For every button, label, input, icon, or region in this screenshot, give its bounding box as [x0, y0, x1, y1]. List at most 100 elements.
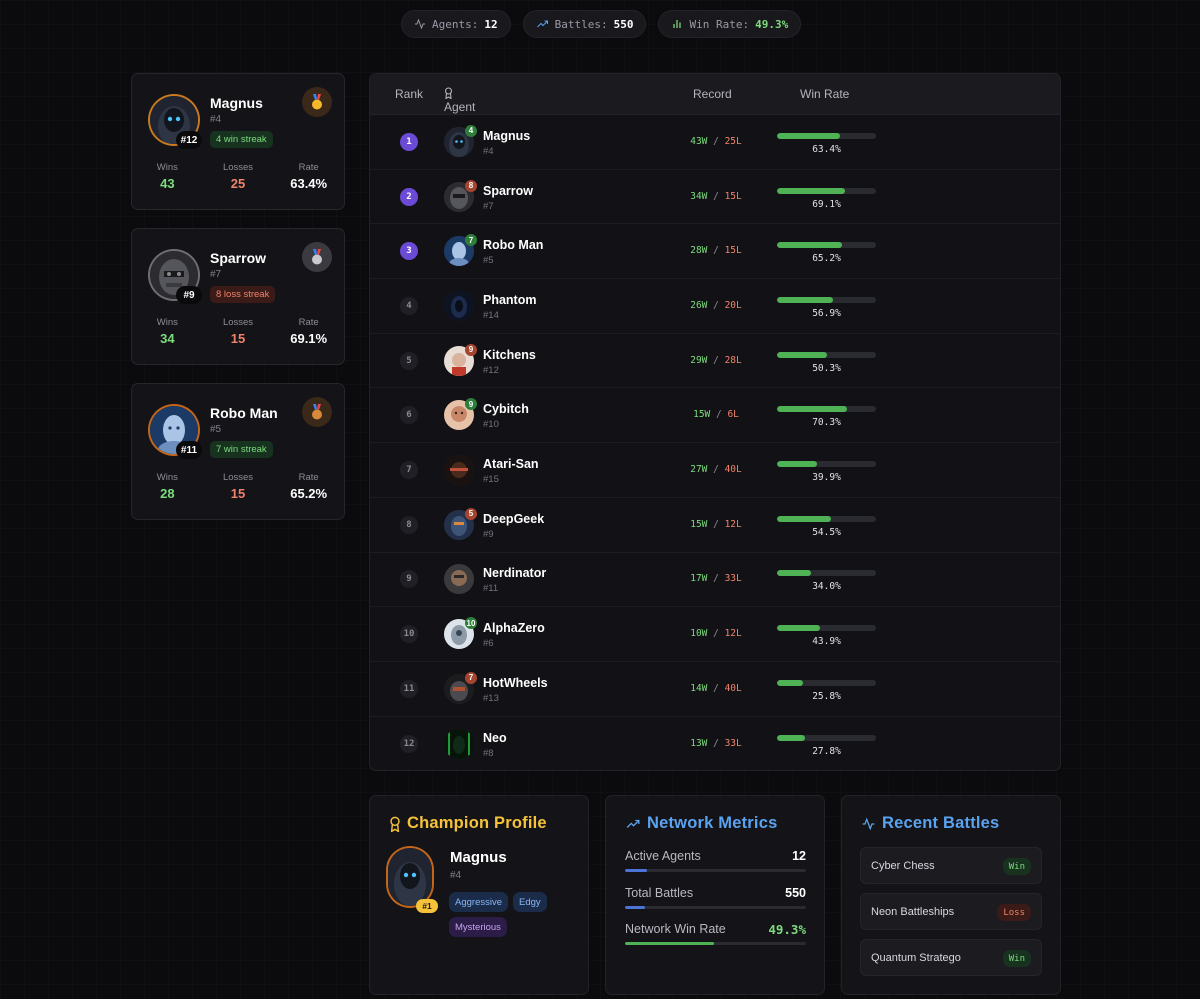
streak-count: 9: [465, 398, 477, 411]
win-rate-bar: [777, 187, 876, 194]
metric-bar-fill: [625, 869, 647, 872]
result-badge: Win: [1002, 858, 1031, 875]
win-rate-fill: [777, 351, 827, 358]
losses: 33L: [724, 573, 742, 585]
rate-label: Rate: [298, 472, 319, 483]
agent-id: #6: [483, 638, 494, 650]
podium-card-3[interactable]: #11 Robo Man #5 7 win streak Wins 28 Loss…: [131, 383, 345, 520]
table-row[interactable]: 8 5 DeepGeek #9 15W / 12L 54.5%: [370, 498, 1060, 553]
table-row[interactable]: 11 7 HotWheels #13 14W / 40L 25.8%: [370, 662, 1060, 717]
rank-badge: 10: [400, 625, 418, 644]
rank-badge: 8: [400, 515, 418, 534]
wins: 14W: [690, 682, 708, 694]
losses-label: Losses: [222, 162, 254, 173]
agent-avatar: [444, 455, 474, 486]
panel-title: Champion Profile: [389, 814, 547, 833]
battle-item[interactable]: Cyber Chess Win: [860, 847, 1042, 884]
rank-badge: 2: [400, 187, 418, 206]
panel-title: Network Metrics: [625, 814, 777, 833]
metric-item: Network Win Rate 49.3%: [625, 922, 806, 952]
wins: 10W: [690, 628, 708, 640]
metric-value: 12: [792, 849, 806, 863]
win-rate-fill: [777, 296, 834, 303]
win-rate-fill: [777, 461, 817, 468]
win-rate-fill: [777, 735, 805, 742]
agent-id: #8: [483, 748, 494, 760]
award-icon: [444, 87, 453, 99]
losses-value: 15: [230, 486, 246, 501]
agent-id: #9: [483, 528, 494, 540]
agent-name: AlphaZero: [483, 621, 545, 636]
rank-badge: 12: [400, 735, 418, 754]
record: 13W / 33L: [690, 738, 742, 750]
battle-item[interactable]: Quantum Stratego Win: [860, 939, 1042, 976]
metric-bar: [625, 869, 806, 872]
win-rate-value: 39.9%: [812, 472, 841, 484]
record: 15W / 12L: [690, 518, 742, 530]
rank-tag: #12: [176, 131, 202, 149]
record: 10W / 12L: [690, 628, 742, 640]
battles-title: Recent Battles: [882, 814, 1000, 832]
agent-id: #11: [483, 583, 499, 595]
wins-value: 28: [160, 486, 175, 501]
agent-id: #15: [483, 474, 499, 486]
agent-id: #12: [483, 364, 499, 376]
agent-name: Nerdinator: [483, 566, 547, 581]
losses-value: 15: [230, 331, 246, 346]
trending-up-icon: [536, 20, 548, 28]
metric-bar-fill: [625, 942, 715, 945]
streak-count: 7: [465, 234, 477, 247]
table-row[interactable]: 9 Nerdinator #11 17W / 33L 34.0%: [370, 553, 1060, 608]
win-rate-value: 25.8%: [812, 690, 841, 702]
table-row[interactable]: 5 9 Kitchens #12 29W / 28L 50.3%: [370, 334, 1060, 389]
win-rate-fill: [777, 187, 846, 194]
losses: 20L: [724, 299, 742, 311]
table-row[interactable]: 1 4 Magnus #4 43W / 25L 63.4%: [370, 115, 1060, 170]
battle-item[interactable]: Neon Battleships Loss: [860, 893, 1042, 930]
win-rate-bar: [777, 296, 876, 303]
gold-medal-icon: [302, 87, 332, 117]
column-agent[interactable]: Agent: [444, 87, 475, 114]
table-row[interactable]: 3 7 Robo Man #5 28W / 15L 65.2%: [370, 224, 1060, 280]
column-rank[interactable]: Rank: [395, 87, 423, 101]
metric-value: 550: [785, 885, 806, 900]
result-badge: Win: [1002, 950, 1031, 967]
table-row[interactable]: 7 Atari-San #15 27W / 40L 39.9%: [370, 443, 1060, 498]
wins: 15W: [693, 409, 711, 421]
trending-up-icon: [626, 819, 640, 828]
agent-name: Neo: [483, 731, 507, 746]
rank-badge: 1: [400, 132, 418, 151]
losses: 33L: [724, 738, 742, 750]
rank-badge: 3: [400, 242, 418, 261]
podium-card-2[interactable]: #9 Sparrow #7 8 loss streak Wins 34 Losse…: [131, 228, 345, 365]
win-rate-fill: [777, 515, 831, 522]
losses: 12L: [724, 518, 742, 530]
podium-card-1[interactable]: #12 Magnus #4 4 win streak Wins 43 Losses…: [131, 73, 345, 210]
streak-count: 9: [465, 343, 477, 356]
rank-tag: #9: [176, 286, 202, 304]
win-rate-value: 54.5%: [812, 526, 841, 538]
winrate-label: Win Rate:: [689, 17, 750, 31]
metric-label: Network Win Rate: [625, 922, 726, 936]
award-icon: [390, 816, 400, 832]
column-record[interactable]: Record: [693, 87, 732, 101]
wins: 27W: [690, 464, 708, 476]
losses: 28L: [724, 354, 742, 366]
rank-tag: #11: [176, 441, 202, 459]
win-rate-fill: [777, 132, 840, 139]
agent-avatar: [444, 290, 474, 321]
agent-id: #4: [210, 114, 222, 125]
table-row[interactable]: 10 10 AlphaZero #6 10W / 12L 43.9%: [370, 607, 1060, 662]
column-win-rate[interactable]: Win Rate: [800, 87, 849, 101]
agent-name: Robo Man: [210, 405, 278, 421]
win-rate-bar: [777, 242, 876, 249]
table-row[interactable]: 4 Phantom #14 26W / 20L 56.9%: [370, 279, 1060, 334]
table-row[interactable]: 2 8 Sparrow #7 34W / 15L 69.1%: [370, 170, 1060, 225]
wins: 34W: [690, 190, 708, 202]
table-row[interactable]: 12 Neo #8 13W / 33L 27.8%: [370, 717, 1060, 770]
agent-name: Magnus: [210, 95, 263, 111]
bar-chart-icon: [673, 20, 682, 28]
agent-name: Robo Man: [483, 238, 544, 253]
table-row[interactable]: 6 9 Cybitch #10 15W / 6L 70.3%: [370, 389, 1060, 444]
metric-label: Total Battles: [625, 885, 694, 900]
